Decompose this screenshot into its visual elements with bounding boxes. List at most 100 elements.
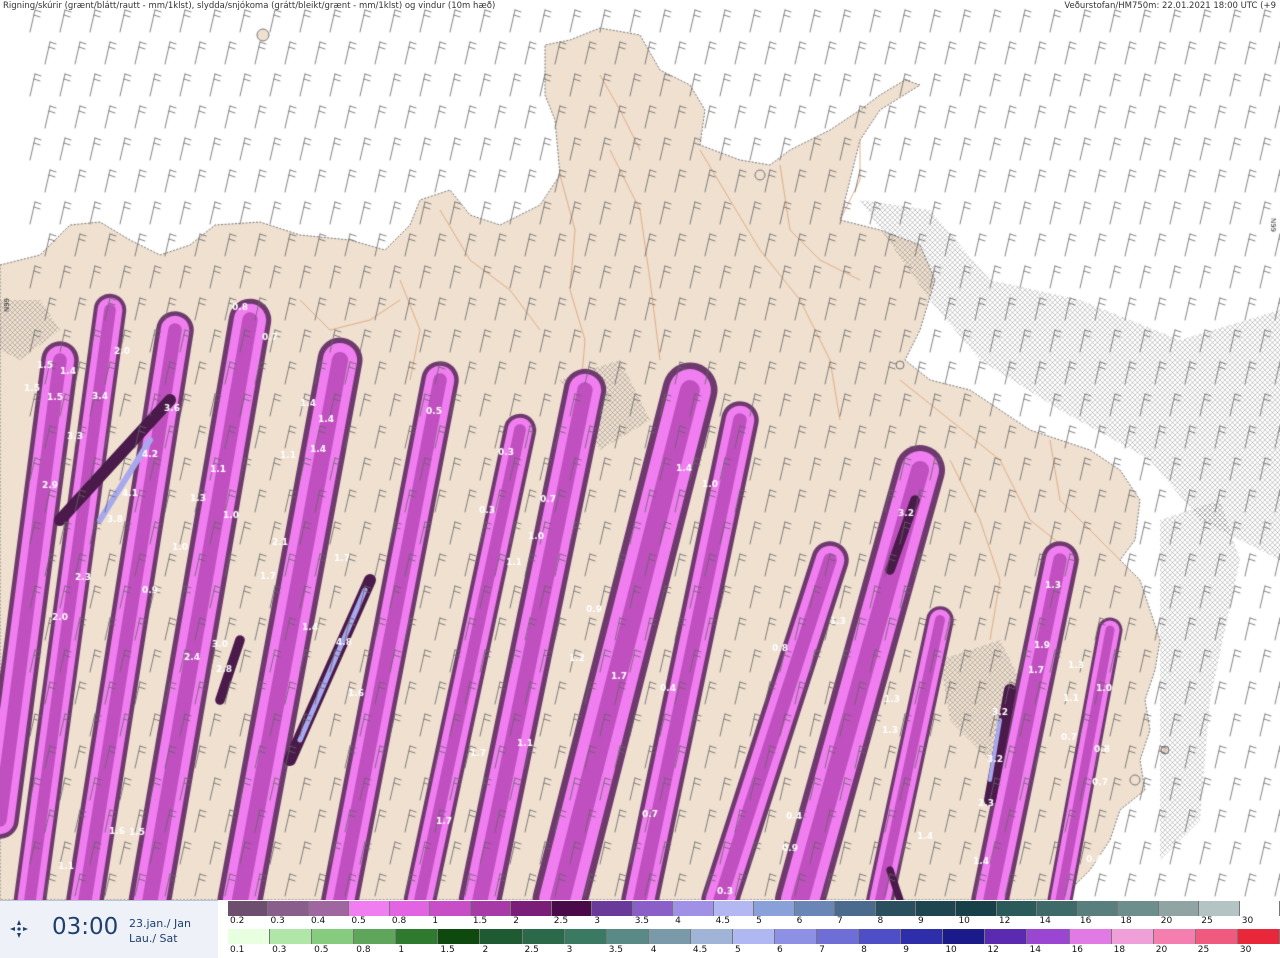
legend-swatch [985,929,1028,944]
snow-legend-bar [228,901,1280,916]
legend-label: 1.5 [472,916,488,926]
legend-label: 1 [432,916,439,926]
legend-label: 25 [1201,916,1213,926]
legend-label: 4 [650,945,657,955]
legend-swatch [268,901,309,916]
arrows-expand-icon[interactable] [10,920,28,938]
legend-label: 12 [987,945,999,955]
legend-swatch [396,929,439,944]
legend-swatch [349,901,390,916]
legend-swatch [1195,929,1238,944]
legend-swatch [522,929,565,944]
legend-swatch [901,929,944,944]
legend-swatch [1237,929,1280,944]
legend-swatch [511,901,552,916]
legend-swatch [312,929,355,944]
weather-map-canvas [0,0,1280,900]
snow-legend-labels: 0.2 0.3 0.4 0.5 0.8 1 1.5 2 2.5 3 3.5 4 4.5 5 6 7 8 9 10 12… [228,916,1280,928]
legend-swatch [859,929,902,944]
legend-swatch [673,901,714,916]
legend-label: 30 [1241,916,1254,926]
legend-swatch [551,901,593,916]
legend-label: 2 [513,916,520,926]
legend-label: 3 [566,945,573,955]
legend-label: 9 [903,945,909,955]
legend-label: 2.5 [524,945,539,955]
legend-label: 20 [1155,945,1168,955]
legend-label: 6 [777,945,783,955]
rain-legend-bar [228,929,1280,944]
legend-swatch [1077,901,1119,916]
legend-swatch [354,929,397,944]
legend-swatch [794,901,836,916]
legend-label: 14 [1029,945,1041,955]
legend-swatch [1118,901,1159,916]
legend-swatch [606,929,649,944]
legend-swatch [270,929,313,944]
legend-swatch [835,901,876,916]
legend-label: 16 [1079,916,1092,926]
legend-swatch [470,901,512,916]
legend-label: 3.5 [634,916,650,926]
legend-label: 0.1 [230,945,245,955]
legend-swatch [592,901,633,916]
legend-swatch [430,901,471,916]
model-run-info: Veðurstofan/HM750m: 22.01.2021 18:00 UTC… [1064,1,1276,11]
legend-swatch [943,929,986,944]
legend-label: 10 [958,916,970,926]
legend-swatch [438,929,481,944]
map-title: Rigning/skúrir (grænt/blátt/rautt - mm/1… [3,1,496,11]
forecast-time-panel: 03:00 23.jan./ Jan Lau./ Sat [0,900,218,958]
legend-label: 7 [819,945,825,955]
legend-swatch [648,929,691,944]
legend-swatch [915,901,957,916]
legend-swatch [389,901,431,916]
legend-label: 30 [1239,945,1252,955]
legend-label: 0.8 [391,916,407,926]
legend-label: 3.5 [608,945,624,955]
legend-swatch [956,901,997,916]
forecast-time: 03:00 [52,914,119,940]
legend-label: 1 [398,945,405,955]
legend-label: 16 [1071,945,1084,955]
legend-label: 0.4 [310,916,326,926]
legend-swatch [875,901,916,916]
legend-label: 3 [594,916,600,926]
legend-label: 0.5 [314,945,329,955]
legend-label: 8 [877,916,884,926]
forecast-date: 23.jan./ Jan [129,917,191,930]
legend-label: 4.5 [692,945,708,955]
legend-label: 0.8 [356,945,371,955]
legend-swatch [817,929,860,944]
legend-swatch [713,901,755,916]
legend-label: 12 [998,916,1011,926]
forecast-weekday: Lau./ Sat [129,932,178,945]
legend-swatch [228,929,271,944]
legend-swatch [1158,901,1200,916]
legend-swatch [1037,901,1078,916]
legend-swatch [732,929,776,944]
legend-label: 1.5 [440,945,455,955]
legend-label: 2 [482,945,489,955]
legend-label: 18 [1120,916,1132,926]
rain-legend-labels: 0.1 0.3 0.5 0.8 1 1.5 2 2.5 3 3.5 4 4.5 5 6 7 8 9 10 12 14 1… [228,945,1280,957]
legend-swatch [632,901,674,916]
legend-swatch [1027,929,1070,944]
legend-swatch [1153,929,1196,944]
legend-label: 7 [837,916,843,926]
legend-swatch [996,901,1038,916]
legend-label: 4.5 [715,916,730,926]
legend-swatch [1069,929,1112,944]
legend-label: 0.2 [230,916,245,926]
legend-label: 0.5 [351,916,366,926]
legend-label: 2.5 [553,916,569,926]
legend-label: 20 [1160,916,1173,926]
legend-label: 25 [1197,945,1210,955]
legend-label: 4 [675,916,681,926]
legend-label: 8 [861,945,867,955]
legend-label: 5 [756,916,762,926]
legend-swatch [564,929,607,944]
legend-swatch [775,929,818,944]
legend-swatch [228,901,269,916]
legend-label: 9 [917,916,924,926]
